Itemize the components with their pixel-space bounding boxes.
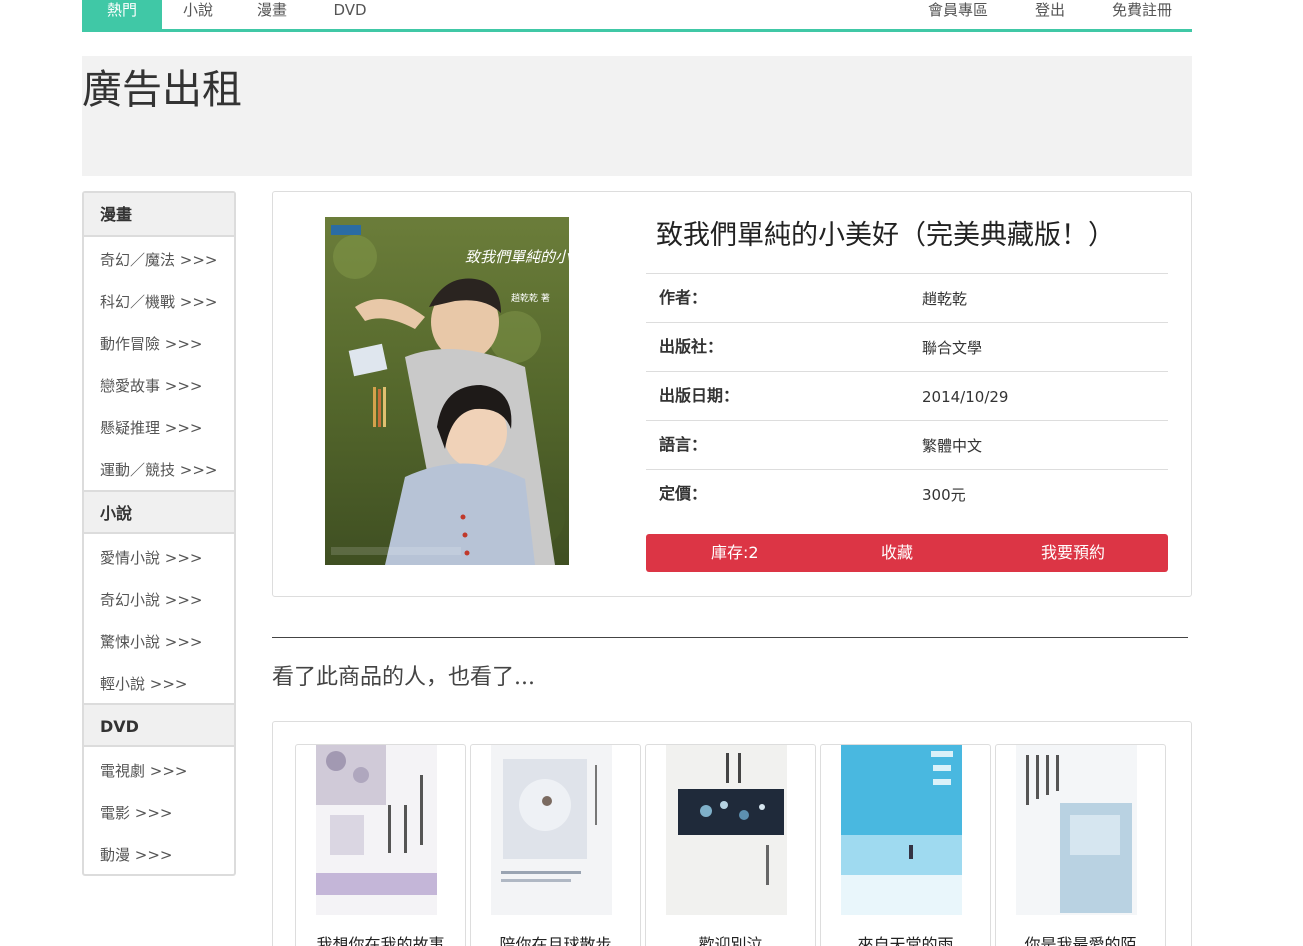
recommend-card[interactable]: 歡迎別泣 [645, 744, 816, 946]
sidebar-item-fantasy-novel[interactable]: 奇幻小說 >>> [100, 590, 202, 610]
cover-title-text: 致我們單純的小美好 [465, 248, 569, 266]
field-label: 定價： [659, 484, 708, 503]
tab-comic[interactable]: 漫畫 [246, 0, 298, 29]
sidebar-item-action-adventure[interactable]: 動作冒險 >>> [100, 334, 202, 354]
reserve-button[interactable]: 我要預約 [1041, 543, 1105, 563]
sidebar-item-sports[interactable]: 運動／競技 >>> [100, 460, 217, 480]
section-divider [272, 637, 1188, 638]
field-value: 趙乾乾 [922, 290, 968, 308]
recommend-title[interactable]: 你是我最愛的陌 [996, 935, 1165, 946]
stock-button[interactable]: 庫存:2 [711, 543, 759, 563]
sidebar-item-tv-drama[interactable]: 電視劇 >>> [100, 761, 187, 781]
recommend-title[interactable]: 歡迎別泣 [646, 935, 815, 946]
recommend-card[interactable]: 陪你在月球散步 [470, 744, 641, 946]
top-nav: 熱門 小說 漫畫 DVD 會員專區 登出 免費註冊 [82, 0, 1192, 32]
recommend-title[interactable]: 我想你在我的故事 [296, 935, 465, 946]
recommend-heading: 看了此商品的人，也看了... [272, 665, 535, 690]
field-value: 2014/10/29 [922, 388, 1009, 406]
field-value: 300元 [922, 486, 966, 504]
field-row-author: 作者： 趙乾乾 [646, 273, 1168, 322]
tab-dvd[interactable]: DVD [322, 0, 378, 29]
field-value: 聯合文學 [922, 339, 983, 357]
recommend-panel: 我想你在我的故事 陪你在月球散步 歡迎別泣 來自天堂的雨 你是我最愛的陌 [272, 721, 1192, 946]
tab-novel[interactable]: 小說 [172, 0, 224, 29]
sidebar-item-movie[interactable]: 電影 >>> [100, 803, 172, 823]
recommend-title[interactable]: 來自天堂的雨 [821, 935, 990, 946]
book-cover-image: 致我們單純的小美好 趙乾乾 著 [325, 217, 569, 565]
sidebar-item-light-novel[interactable]: 輕小說 >>> [100, 674, 187, 694]
sidebar-item-romance-novel[interactable]: 愛情小說 >>> [100, 548, 202, 568]
field-row-publish-date: 出版日期： 2014/10/29 [646, 371, 1168, 420]
recommend-title[interactable]: 陪你在月球散步 [471, 935, 640, 946]
field-label: 出版日期： [659, 386, 740, 405]
ad-text: 廣告出租 [82, 67, 242, 113]
ad-banner[interactable]: 廣告出租 [82, 56, 1192, 176]
sidebar-item-scifi-mecha[interactable]: 科幻／機戰 >>> [100, 292, 217, 312]
action-bar: 庫存:2 收藏 我要預約 [646, 534, 1168, 572]
book-thumbnail [491, 745, 612, 915]
product-title: 致我們單純的小美好（完美典藏版！） [656, 220, 1115, 251]
sidebar-heading-novel: 小說 [84, 490, 234, 534]
sidebar-item-anime[interactable]: 動漫 >>> [100, 845, 172, 865]
field-row-publisher: 出版社： 聯合文學 [646, 322, 1168, 371]
field-label: 語言： [659, 435, 708, 454]
sidebar-heading-comic: 漫畫 [84, 193, 234, 237]
sidebar-item-thriller-novel[interactable]: 驚悚小說 >>> [100, 632, 202, 652]
category-sidebar: 漫畫 奇幻／魔法 >>> 科幻／機戰 >>> 動作冒險 >>> 戀愛故事 >>>… [82, 191, 236, 876]
favorite-button[interactable]: 收藏 [881, 543, 913, 563]
cover-author-text: 趙乾乾 著 [511, 292, 550, 304]
book-thumbnail [316, 745, 437, 915]
sidebar-item-mystery[interactable]: 懸疑推理 >>> [100, 418, 202, 438]
recommend-card[interactable]: 來自天堂的雨 [820, 744, 991, 946]
tab-hot[interactable]: 熱門 [82, 0, 162, 29]
recommend-card[interactable]: 我想你在我的故事 [295, 744, 466, 946]
register-link[interactable]: 免費註冊 [1100, 0, 1184, 29]
sidebar-item-romance-story[interactable]: 戀愛故事 >>> [100, 376, 202, 396]
field-label: 出版社： [659, 337, 724, 356]
field-row-price: 定價： 300元 [646, 469, 1168, 518]
book-thumbnail [841, 745, 962, 915]
field-label: 作者： [659, 288, 708, 307]
sidebar-item-fantasy-magic[interactable]: 奇幻／魔法 >>> [100, 250, 217, 270]
field-value: 繁體中文 [922, 437, 983, 455]
sidebar-heading-dvd: DVD [84, 703, 234, 747]
product-detail-panel: 致我們單純的小美好 趙乾乾 著 致我們單純的小美好（完美典藏版！） 作者： 趙乾… [272, 191, 1192, 597]
logout-link[interactable]: 登出 [1022, 0, 1078, 29]
book-thumbnail [1016, 745, 1137, 915]
field-row-language: 語言： 繁體中文 [646, 420, 1168, 469]
recommend-card[interactable]: 你是我最愛的陌 [995, 744, 1166, 946]
member-area-link[interactable]: 會員專區 [918, 0, 998, 29]
book-thumbnail [666, 745, 787, 915]
